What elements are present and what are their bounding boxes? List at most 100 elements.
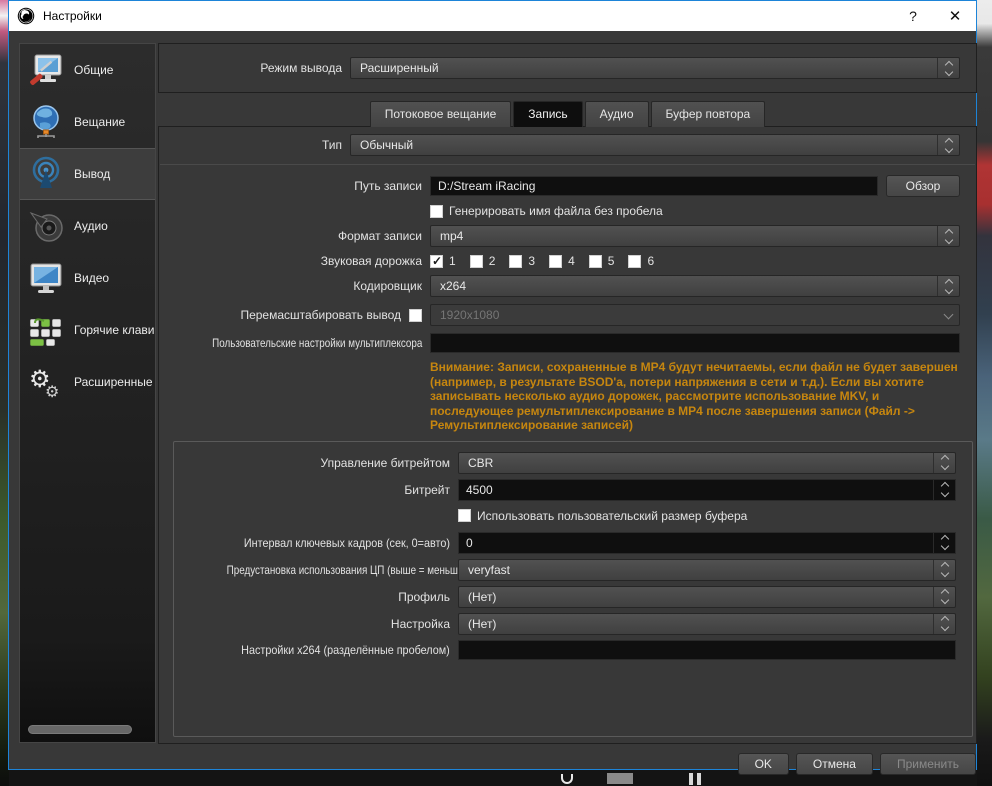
sidebar-item-label: Расширенные (74, 375, 153, 389)
chevron-updown-icon (933, 613, 955, 634)
no-space-checkbox[interactable] (430, 204, 443, 218)
keyint-spinbox[interactable] (458, 531, 956, 554)
mp4-warning-text: Внимание: Записи, сохраненные в MP4 буду… (430, 360, 958, 432)
close-button[interactable]: ✕ (934, 1, 976, 31)
output-icon (32, 156, 60, 188)
format-value: mp4 (440, 229, 464, 243)
chevron-updown-icon (937, 135, 959, 155)
type-label: Тип (321, 138, 342, 152)
track2-checkbox[interactable] (469, 254, 483, 268)
encoder-select[interactable]: x264 (430, 275, 960, 297)
tab-audio[interactable]: Аудио (584, 101, 649, 127)
cpu-preset-select[interactable]: veryfast (458, 558, 956, 581)
hotkeys-icon (29, 318, 62, 347)
obs-logo-icon (17, 7, 35, 25)
recording-tab-panel: Тип Обычный Путь записи Обзор (158, 126, 977, 744)
sidebar-item-audio[interactable]: Аудио (20, 200, 155, 252)
cpu-preset-value: veryfast (468, 562, 511, 577)
sidebar-item-label: Аудио (74, 219, 108, 233)
ok-button[interactable]: OK (737, 752, 789, 775)
settings-sidebar: Общие Вещание Вывод Аудио Видео Горячие … (19, 43, 156, 743)
track5-label: 5 (607, 254, 615, 268)
tab-replay-buffer[interactable]: Буфер повтора (650, 101, 766, 127)
desktop-wallpaper-right (977, 0, 992, 786)
tab-streaming[interactable]: Потоковое вещание (369, 101, 512, 127)
track1-label: 1 (449, 254, 456, 268)
profile-value: (Нет) (468, 589, 497, 604)
track3-label: 3 (528, 254, 536, 268)
sidebar-item-label: Вещание (74, 115, 126, 129)
output-mode-section: Режим вывода Расширенный (158, 43, 977, 93)
chevron-updown-icon (933, 586, 955, 607)
encoder-label: Кодировщик (353, 279, 422, 293)
rescale-label-wrap: Перемасштабировать вывод (159, 308, 430, 322)
chevron-updown-icon (937, 226, 959, 246)
type-value: Обычный (360, 138, 414, 152)
format-label: Формат записи (337, 229, 422, 243)
track4-checkbox[interactable] (549, 254, 563, 268)
stream-icon (33, 105, 59, 138)
sidebar-item-label: Видео (74, 271, 110, 285)
profile-select[interactable]: (Нет) (458, 585, 956, 608)
rescale-value: 1920x1080 (440, 308, 500, 322)
sidebar-item-stream[interactable]: Вещание (20, 96, 155, 148)
muxer-input[interactable] (430, 333, 960, 353)
chevron-updown-icon (933, 532, 955, 553)
settings-window: Настройки ? ✕ Общие Вещание Вывод Аудио … (8, 0, 977, 775)
help-button[interactable]: ? (892, 1, 934, 31)
x264opts-input[interactable] (458, 639, 956, 660)
chevron-updown-icon (933, 559, 955, 580)
track3-checkbox[interactable] (509, 254, 523, 268)
audio-track-label: Звуковая дорожка (320, 254, 422, 268)
tune-value: (Нет) (468, 616, 497, 631)
rescale-label: Перемасштабировать вывод (240, 308, 401, 322)
sidebar-item-advanced[interactable]: ⚙ ⚙ Расширенные (20, 356, 155, 408)
chevron-updown-icon (933, 479, 955, 500)
track6-checkbox[interactable] (628, 254, 642, 268)
tab-recording[interactable]: Запись (513, 101, 583, 127)
sidebar-item-video[interactable]: Видео (20, 252, 155, 304)
keyint-label: Интервал ключевых кадров (сек, 0=авто) (243, 535, 450, 550)
tune-label: Настройка (390, 616, 450, 631)
rescale-checkbox[interactable] (409, 308, 422, 322)
output-tabs: Потоковое вещание Запись Аудио Буфер пов… (158, 101, 977, 127)
titlebar[interactable]: Настройки ? ✕ (9, 1, 976, 31)
output-mode-select[interactable]: Расширенный (350, 57, 960, 79)
muxer-label: Пользовательские настройки мультиплексор… (211, 336, 422, 350)
output-mode-value: Расширенный (360, 61, 439, 75)
sidebar-scrollbar[interactable] (28, 725, 132, 734)
type-select[interactable]: Обычный (350, 134, 960, 156)
chevron-updown-icon (933, 452, 955, 473)
rate-control-value: CBR (468, 455, 494, 470)
bitrate-spinbox[interactable] (458, 478, 956, 501)
track4-label: 4 (568, 254, 575, 268)
bitrate-input[interactable] (459, 482, 933, 497)
x264opts-label: Настройки x264 (разделённые пробелом) (241, 642, 450, 657)
sidebar-item-output[interactable]: Вывод (20, 148, 155, 200)
browse-button[interactable]: Обзор (886, 175, 960, 197)
no-space-label: Генерировать имя файла без пробела (449, 204, 663, 218)
cancel-button[interactable]: Отмена (795, 752, 873, 775)
recording-path-input[interactable] (430, 176, 878, 196)
track2-label: 2 (488, 254, 496, 268)
rate-control-label: Управление битрейтом (320, 455, 450, 470)
apply-button[interactable]: Применить (879, 752, 976, 775)
settings-main: Режим вывода Расширенный Потоковое вещан… (158, 43, 977, 784)
sidebar-item-general[interactable]: Общие (20, 44, 155, 96)
profile-label: Профиль (398, 589, 450, 604)
sidebar-item-hotkeys[interactable]: Горячие клавиши (20, 304, 155, 356)
format-select[interactable]: mp4 (430, 225, 960, 247)
svg-text:⚙: ⚙ (45, 384, 59, 401)
encoder-value: x264 (440, 279, 467, 293)
track1-checkbox[interactable] (430, 254, 443, 268)
rescale-select[interactable]: 1920x1080 (430, 304, 960, 326)
video-icon (30, 263, 62, 293)
track5-checkbox[interactable] (588, 254, 602, 268)
keyint-input[interactable] (459, 535, 933, 550)
custom-buffer-checkbox[interactable] (458, 509, 471, 522)
dialog-footer: OK Отмена Применить (158, 744, 977, 784)
track6-label: 6 (647, 254, 655, 268)
rate-control-select[interactable]: CBR (458, 451, 956, 474)
desktop: Настройки ? ✕ Общие Вещание Вывод Аудио … (0, 0, 992, 786)
tune-select[interactable]: (Нет) (458, 612, 956, 635)
